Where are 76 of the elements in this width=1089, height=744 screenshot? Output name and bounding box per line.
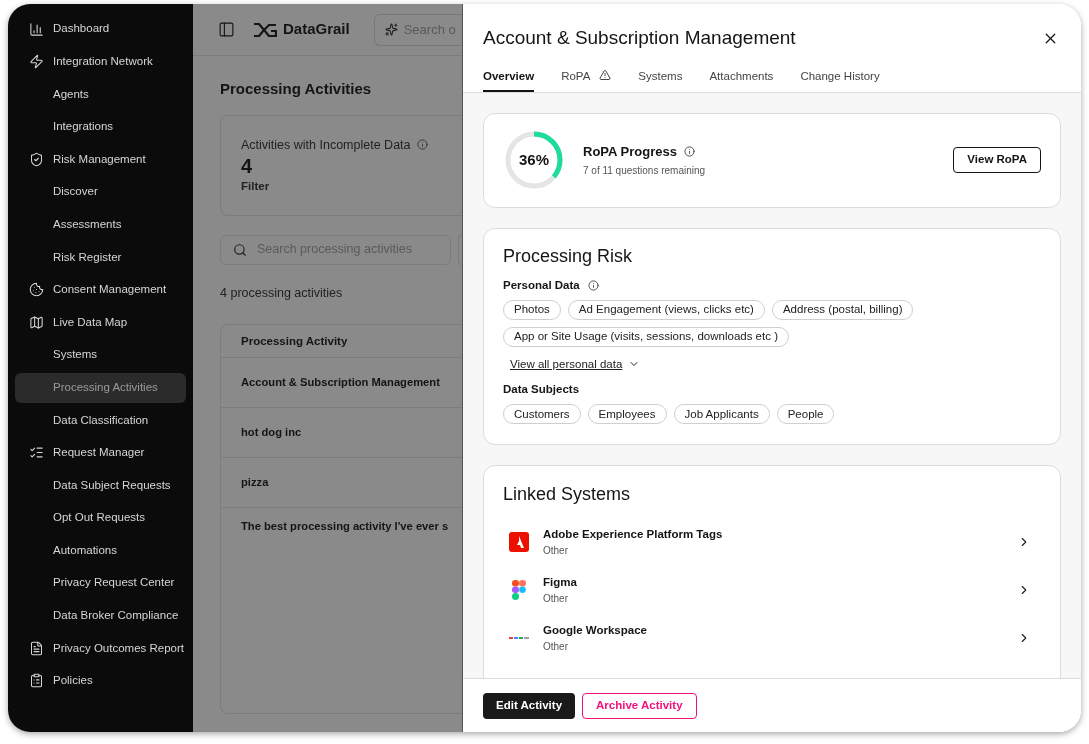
stat-value: 4 — [241, 154, 254, 179]
table-cell[interactable]: hot dog inc — [241, 424, 302, 442]
menu-icon — [29, 314, 44, 330]
sidebar-item[interactable]: Risk Register — [15, 242, 186, 273]
tab[interactable]: Overview — [483, 67, 535, 92]
progress-ring — [503, 129, 565, 191]
menu-icon — [29, 151, 44, 167]
view-all-link[interactable]: View all personal data — [510, 355, 623, 373]
progress-subtitle: 7 of 11 questions remaining — [583, 164, 707, 179]
result-count: 4 processing activities — [220, 284, 344, 302]
menu-icon — [29, 54, 44, 70]
sidebar-item[interactable]: Agents — [15, 79, 186, 110]
table-cell[interactable]: The best processing activity I've ever s — [241, 518, 449, 536]
app-logo-icon — [509, 636, 529, 641]
sidebar-item[interactable]: Integration Network — [15, 46, 186, 77]
sidebar-item[interactable]: Dashboard — [15, 14, 186, 44]
sidebar-item[interactable]: Privacy Outcomes Report — [15, 633, 186, 664]
field-label: Personal Data — [503, 277, 580, 293]
table-cell[interactable]: pizza — [241, 474, 269, 492]
search-icon — [233, 242, 247, 257]
system-row[interactable]: Google Workspace Other — [503, 614, 1041, 663]
system-name: Adobe Experience Platform Tags — [543, 527, 724, 543]
page-title: Processing Activities — [220, 79, 373, 99]
sparkle-icon — [384, 23, 398, 36]
tab[interactable]: Change History — [800, 67, 880, 92]
info-icon — [683, 146, 695, 157]
system-row[interactable]: Figma Other — [503, 566, 1041, 615]
panel-title: Account & Subscription Management — [483, 26, 796, 50]
menu-icon — [29, 21, 44, 37]
archive-button[interactable]: Archive Activity — [582, 692, 697, 719]
sidebar-item[interactable]: Consent Management — [15, 274, 186, 305]
tab[interactable]: Attachments — [709, 67, 774, 92]
info-icon — [416, 139, 428, 151]
brand-name: DataGrail — [283, 19, 350, 40]
menu-icon — [29, 673, 44, 689]
menu-icon — [29, 445, 44, 461]
table-cell[interactable]: Account & Subscription Management — [241, 374, 440, 392]
system-category: Other — [543, 544, 569, 559]
sidebar-toggle-icon[interactable] — [218, 21, 235, 38]
edit-button[interactable]: Edit Activity — [483, 692, 576, 719]
sidebar-item[interactable]: Live Data Map — [15, 307, 186, 338]
sidebar-item[interactable]: Data Broker Compliance — [15, 600, 186, 631]
logo-icon — [253, 22, 277, 37]
tab[interactable]: RoPA — [561, 67, 612, 92]
section-title: Linked Systems — [503, 483, 632, 507]
section-title: Processing Risk — [503, 244, 634, 268]
progress-title: RoPA Progress — [583, 142, 677, 161]
system-category: Other — [543, 592, 569, 607]
app-logo-icon — [512, 580, 526, 601]
menu-icon — [29, 640, 44, 656]
sidebar-item[interactable]: Opt Out Requests — [15, 502, 186, 533]
sidebar-item[interactable]: Automations — [15, 535, 186, 566]
app-logo-icon — [509, 532, 529, 553]
sidebar-item[interactable]: Policies — [15, 665, 186, 696]
sidebar-item[interactable]: Processing Activities — [15, 372, 186, 403]
sidebar-item[interactable]: Data Classification — [15, 405, 186, 436]
progress-percent: 36% — [519, 151, 549, 169]
sidebar-item[interactable]: Data Subject Requests — [15, 470, 186, 501]
menu-icon — [29, 282, 44, 298]
sidebar-item[interactable]: Discover — [15, 176, 186, 207]
sidebar-item[interactable]: Request Manager — [15, 437, 186, 468]
sidebar-item[interactable]: Risk Management — [15, 144, 186, 175]
filter-link[interactable]: Filter — [241, 178, 462, 196]
sidebar-item[interactable]: Integrations — [15, 111, 186, 142]
system-name: Figma — [543, 575, 578, 591]
tab[interactable]: Systems — [638, 67, 683, 92]
system-name: Google Workspace — [543, 623, 648, 639]
sidebar-item[interactable]: Systems — [15, 339, 186, 370]
sidebar-item[interactable]: Assessments — [15, 209, 186, 240]
info-icon — [587, 279, 599, 291]
stat-label: Activities with Incomplete Data — [241, 136, 411, 154]
system-category: Other — [543, 640, 569, 655]
system-row[interactable]: Adobe Experience Platform Tags Other — [503, 518, 1041, 567]
field-label: Data Subjects — [503, 382, 581, 397]
view-ropa-button[interactable]: View RoPA — [953, 147, 1041, 173]
sidebar-item[interactable]: Privacy Request Center — [15, 568, 186, 599]
